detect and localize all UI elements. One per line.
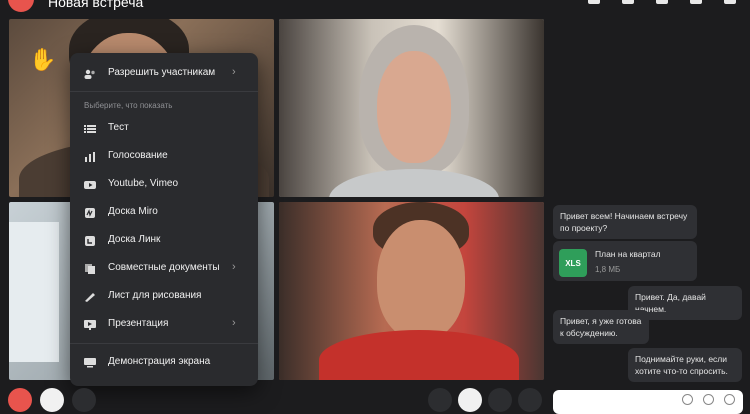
menu-item-label: Доска Линк [108,234,161,245]
menu-item-drawing-sheet[interactable]: Лист для рисования [70,285,258,309]
captions-button[interactable] [518,388,542,412]
chat-message: Привет, я уже готова к обсуждению. [553,310,649,344]
menu-item-miro[interactable]: Доска Miro [70,201,258,225]
menu-item-shared-documents[interactable]: Совместные документы › [70,257,258,281]
menu-hint: Выберите, что показать [84,101,173,110]
monitor-icon [84,357,96,369]
menu-item-label: Доска Miro [108,206,158,217]
youtube-icon [84,179,96,191]
menu-item-label: Презентация [108,318,169,329]
top-toolbar [588,0,736,4]
screen-button[interactable] [72,388,96,412]
presentation-icon [84,319,96,331]
menu-item-poll[interactable]: Голосование [70,145,258,169]
menu-divider [70,343,258,344]
chat-icon[interactable] [656,0,668,4]
chevron-right-icon: › [232,66,236,78]
menu-item-link-board[interactable]: Доска Линк [70,229,258,253]
menu-item-label: Совместные документы [108,262,220,273]
miro-icon [84,207,96,219]
video-tile-participant-2[interactable] [279,19,544,197]
participant-3-window [9,222,59,362]
pen-icon [84,291,96,303]
file-size: 1,8 МБ [595,265,621,274]
record-icon[interactable] [622,0,634,4]
timer-button[interactable] [428,388,452,412]
xls-file-icon: XLS [559,249,587,277]
file-name: План на квартал [595,249,661,259]
top-bar: Новая встреча [0,0,750,14]
participants-icon [84,68,96,80]
draw-button[interactable] [458,388,482,412]
raise-hand-button[interactable] [8,388,32,412]
camera-button[interactable] [40,388,64,412]
participant-2-face [377,51,451,163]
menu-item-allow-participants[interactable]: Разрешить участникам › [70,62,258,86]
menu-divider [70,91,258,92]
menu-item-youtube[interactable]: Youtube, Vimeo [70,173,258,197]
chevron-right-icon: › [232,261,236,273]
link-board-icon [84,235,96,247]
chevron-right-icon: › [232,317,236,329]
chat-file-attachment[interactable]: XLS План на квартал 1,8 МБ [553,241,697,281]
bar-chart-icon [84,151,96,163]
documents-icon [84,263,96,275]
menu-item-screen-share[interactable]: Демонстрация экрана [70,351,258,375]
meeting-title: Новая встреча [48,0,144,10]
menu-item-label: Тест [108,122,129,133]
menu-item-label: Лист для рисования [108,290,202,301]
participants-icon[interactable] [690,0,702,4]
end-call-button[interactable] [8,0,34,12]
chat-input[interactable] [553,390,743,414]
menu-item-label: Разрешить участникам [108,67,216,78]
participant-4-face [377,220,465,340]
chat-message: Привет всем! Начинаем встречу по проекту… [553,205,697,239]
menu-item-label: Демонстрация экрана [108,356,211,367]
menu-item-label: Youtube, Vimeo [108,178,179,189]
chat-message: Поднимайте руки, если хотите что-то спро… [628,348,742,382]
menu-item-label: Голосование [108,150,168,161]
effects-button[interactable] [488,388,512,412]
more-icon[interactable] [724,0,736,4]
raised-hand-icon: ✋ [29,47,57,72]
video-tile-participant-4[interactable] [279,202,544,380]
layout-icon[interactable] [588,0,600,4]
menu-item-test[interactable]: Тест [70,117,258,141]
list-icon [84,123,96,135]
share-menu: Разрешить участникам › Выберите, что пок… [70,53,258,386]
menu-item-presentation[interactable]: Презентация › [70,313,258,337]
